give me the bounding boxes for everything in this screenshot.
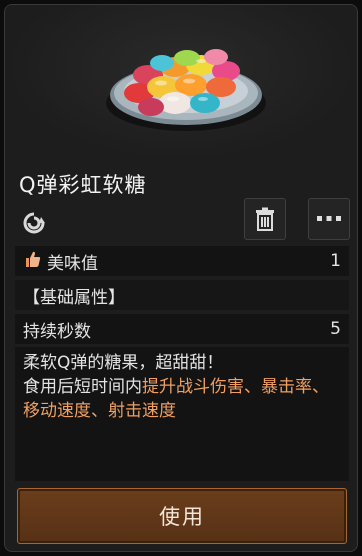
item-description: 柔软Q弹的糖果，超甜甜！ 食用后短时间内提升战斗伤害、暴击率、移动速度、射击速度 [15,347,349,481]
description-line-2: 食用后短时间内提升战斗伤害、暴击率、移动速度、射击速度 [23,375,341,423]
item-image [101,23,271,143]
thumbs-up-icon [23,250,41,273]
delete-button[interactable] [244,198,286,240]
taste-row: 美味值 1 [15,246,349,276]
item-detail-panel: Q弹彩虹软糖 美味值 1 【基础属性】 持续秒数 5 柔软Q弹的糖果，超甜甜！ … [4,4,358,552]
item-name: Q弹彩虹软糖 [19,173,147,197]
description-line-1: 柔软Q弹的糖果，超甜甜！ [23,353,224,373]
description-prefix: 食用后短时间内 [23,377,142,397]
section-label: 【基础属性】 [23,287,125,308]
rarity-swirl-icon [17,208,51,238]
more-button[interactable] [308,198,350,240]
duration-label: 持续秒数 [23,321,91,342]
taste-label: 美味值 [47,253,98,274]
taste-value: 1 [330,251,341,271]
duration-row: 持续秒数 5 [15,314,349,344]
item-image-area [5,5,357,160]
more-dots-icon [317,216,341,221]
use-button[interactable]: 使用 [17,488,347,544]
trash-icon [256,207,274,231]
duration-value: 5 [330,319,341,339]
basic-attributes-header: 【基础属性】 [15,280,349,310]
